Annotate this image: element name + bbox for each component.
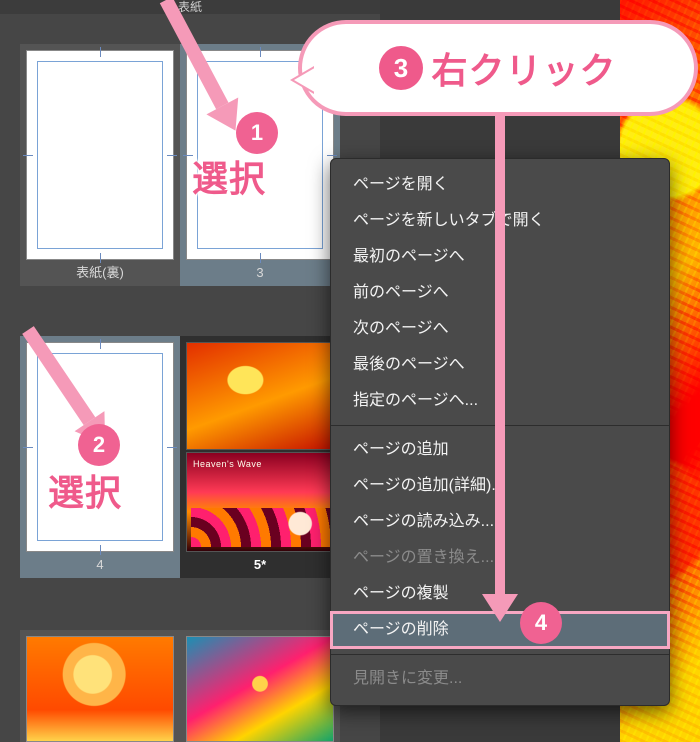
annotation-text-2: 選択 — [48, 464, 122, 516]
page-label: 3 — [180, 260, 340, 286]
page-thumb-7[interactable] — [180, 630, 340, 742]
menu-change-to-spread: 見開きに変更... — [331, 661, 669, 697]
annotation-badge-2: 2 — [78, 424, 120, 466]
page-thumb-cover-back[interactable]: 表紙(裏) — [20, 44, 180, 286]
page-canvas: Heaven's Wave — [186, 342, 334, 552]
annotation-bubble-3: 3 右クリック — [298, 20, 698, 116]
page-label: 4 — [20, 552, 180, 578]
page-group-header: 表紙 — [0, 0, 380, 14]
page-spread-1: 表紙(裏) 3 — [20, 44, 340, 286]
page-spread-2: 4 Heaven's Wave 5* — [20, 336, 340, 578]
page-thumb-5[interactable]: Heaven's Wave 5* — [180, 336, 340, 578]
menu-separator — [331, 654, 669, 655]
annotation-badge-3: 3 — [379, 46, 423, 90]
page-canvas — [186, 636, 334, 742]
page-label: 表紙(裏) — [20, 260, 180, 286]
annotation-badge-4: 4 — [520, 602, 562, 644]
annotation-badge-1: 1 — [236, 112, 278, 154]
page-label: 5* — [180, 552, 340, 578]
page-canvas — [26, 50, 174, 260]
annotation-text-3: 右クリック — [431, 42, 616, 94]
page-thumb-6[interactable] — [20, 630, 180, 742]
page-spread-3 — [20, 630, 340, 742]
artwork-caption: Heaven's Wave — [193, 459, 262, 469]
annotation-text-1: 選択 — [192, 150, 266, 202]
page-canvas — [26, 636, 174, 742]
